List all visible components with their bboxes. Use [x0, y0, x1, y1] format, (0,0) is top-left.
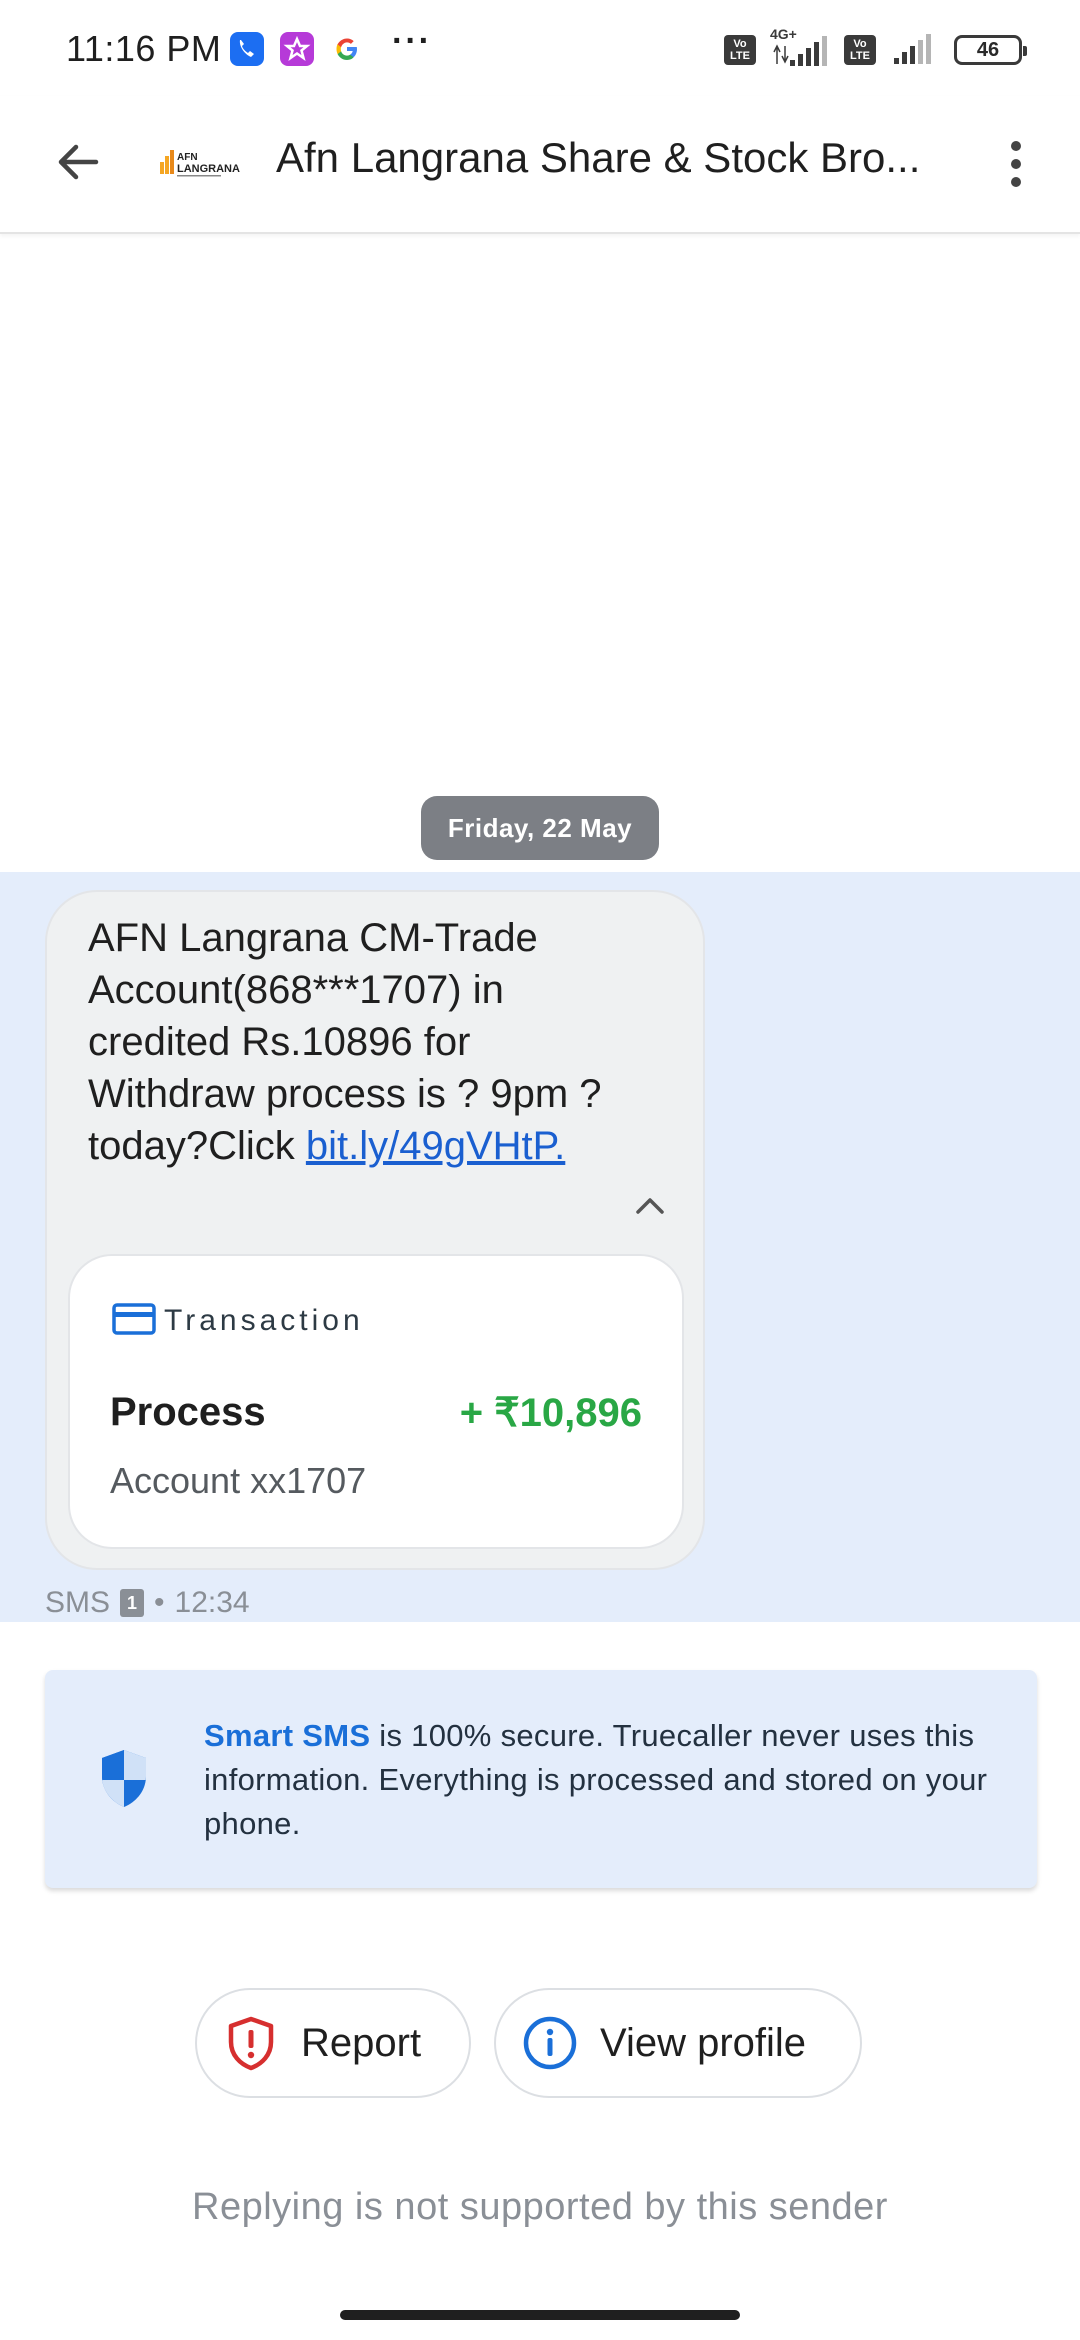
signal-icon: 4G+ [770, 26, 830, 70]
conversation-title: Afn Langrana Share & Stock Bro... [276, 134, 921, 181]
info-icon [522, 2015, 578, 2071]
date-separator: Friday, 22 May [421, 796, 659, 860]
transaction-title: Process [110, 1390, 266, 1434]
sender-logo: AFN LANGRANA [158, 140, 248, 184]
status-overflow: ··· [392, 22, 432, 60]
volte-icon-sim2: Vo LTE [844, 35, 876, 65]
star-app-icon [280, 32, 314, 66]
status-bar: 11:16 PM ··· Vo LTE 4G+ Vo LTE 46 [0, 0, 1080, 96]
report-label: Report [301, 2020, 422, 2065]
smart-sms-notice: Smart SMS is 100% secure. Truecaller nev… [45, 1670, 1037, 1888]
message-link[interactable]: bit.ly/49gVHtP. [306, 1124, 565, 1168]
status-indicators: Vo LTE 4G+ Vo LTE 46 [724, 26, 1027, 73]
message-channel: SMS [45, 1586, 111, 1619]
view-profile-button[interactable]: View profile [494, 1988, 862, 2098]
credit-card-icon [112, 1302, 156, 1336]
more-options-icon[interactable] [992, 132, 1040, 196]
logo-text-langrana: LANGRANA [177, 163, 240, 175]
transaction-amount: + ₹10,896 [459, 1391, 642, 1435]
signal-icon-sim2 [890, 28, 940, 73]
view-profile-label: View profile [600, 2020, 807, 2065]
truecaller-call-icon [230, 32, 264, 66]
back-arrow-icon[interactable] [48, 132, 108, 192]
home-indicator[interactable] [340, 2310, 740, 2320]
sim-icon: 1 [120, 1589, 145, 1617]
report-shield-icon [223, 2015, 279, 2071]
message-text: AFN Langrana CM-Trade Account(868***1707… [88, 912, 648, 1172]
transaction-card[interactable]: Transaction Process + ₹10,896 Account xx… [68, 1254, 684, 1549]
report-button[interactable]: Report [195, 1988, 471, 2098]
shield-icon [97, 1746, 151, 1810]
message-meta: SMS 1 • 12:34 [45, 1586, 250, 1620]
volte-icon: Vo LTE [724, 35, 756, 65]
message-time: 12:34 [174, 1586, 250, 1619]
battery-indicator: 46 [954, 35, 1027, 65]
google-icon [330, 32, 364, 66]
reply-not-supported-note: Replying is not supported by this sender [192, 2186, 888, 2228]
status-time: 11:16 PM [66, 28, 222, 69]
transaction-label: Transaction [164, 1304, 364, 1337]
chevron-up-icon[interactable] [630, 1190, 670, 1220]
logo-text-afn: AFN [177, 152, 198, 163]
smart-sms-brand: Smart SMS [204, 1718, 371, 1753]
meta-separator: • [154, 1586, 165, 1619]
transaction-account: Account xx1707 [110, 1460, 367, 1501]
app-bar: AFN LANGRANA Afn Langrana Share & Stock … [0, 96, 1080, 234]
smart-sms-text: Smart SMS is 100% secure. Truecaller nev… [204, 1714, 1004, 1846]
